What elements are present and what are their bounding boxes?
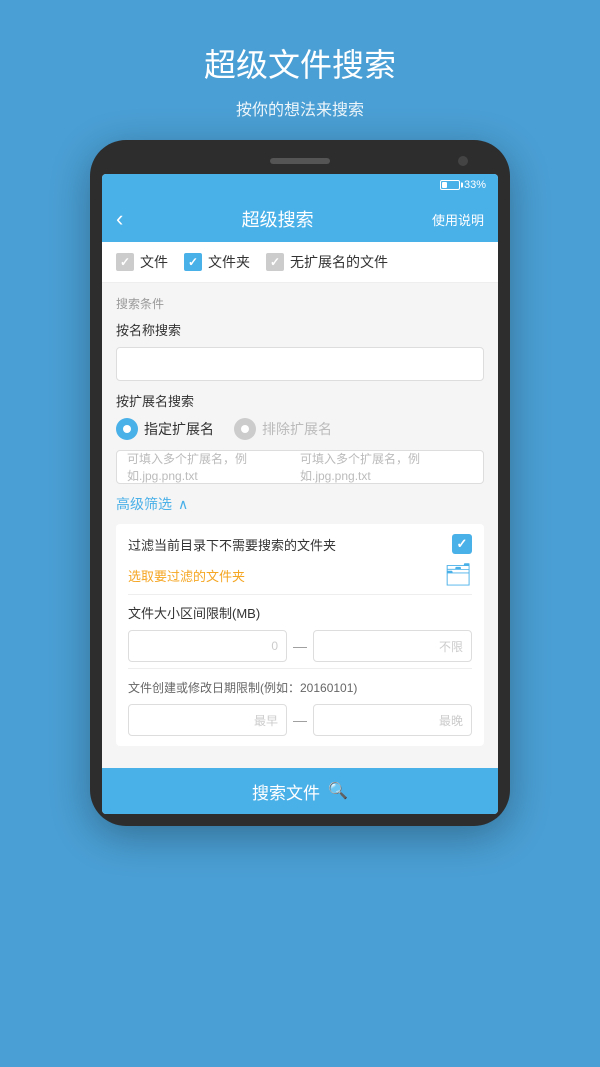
battery-icon xyxy=(440,180,460,190)
filter-tab-file[interactable]: 文件 xyxy=(116,252,168,272)
radio-exclude-icon xyxy=(234,418,256,440)
filter-tab-file-label: 文件 xyxy=(140,252,168,272)
filter-folder-checkbox[interactable] xyxy=(452,534,472,554)
battery-fill xyxy=(442,182,447,188)
radio-exclude-label: 排除扩展名 xyxy=(262,419,332,439)
ext-input[interactable]: 可填入多个扩展名，例如.jpg.png.txt 可填入多个扩展名，例如.jpg.… xyxy=(116,450,484,484)
date-from-input[interactable]: 最早 xyxy=(128,704,287,736)
divider1 xyxy=(128,594,472,595)
size-range: 0 — 不限 xyxy=(128,630,472,662)
date-from-placeholder: 最早 xyxy=(254,712,278,729)
name-search-label: 按名称搜索 xyxy=(116,320,484,339)
checkbox-noext[interactable] xyxy=(266,253,284,271)
help-button[interactable]: 使用说明 xyxy=(432,210,484,229)
phone-speaker xyxy=(270,158,330,164)
filter-folder-label: 过滤当前目录下不需要搜索的文件夹 xyxy=(128,535,452,554)
filter-tab-noext[interactable]: 无扩展名的文件 xyxy=(266,252,388,272)
size-from-value: 0 xyxy=(271,639,278,653)
ext-search-label: 按扩展名搜索 xyxy=(116,391,484,410)
name-search-input[interactable] xyxy=(116,347,484,381)
size-label: 文件大小区间限制(MB) xyxy=(128,603,472,622)
advanced-section: 过滤当前目录下不需要搜索的文件夹 选取要过滤的文件夹 🗂 文件大小区间限制(MB… xyxy=(116,524,484,746)
size-to-placeholder: 不限 xyxy=(439,638,463,655)
radio-include-label: 指定扩展名 xyxy=(144,419,214,439)
date-dash: — xyxy=(293,712,307,728)
battery-percent: 33% xyxy=(464,179,486,191)
folder-select-row: 选取要过滤的文件夹 🗂 xyxy=(128,562,472,588)
radio-include-icon xyxy=(116,418,138,440)
advanced-toggle[interactable]: 高级筛选 ∧ xyxy=(116,494,484,514)
radio-group: 指定扩展名 排除扩展名 xyxy=(116,418,484,440)
filter-tab-noext-label: 无扩展名的文件 xyxy=(290,252,388,272)
advanced-label: 高级筛选 xyxy=(116,494,172,514)
search-button[interactable]: 搜索文件 🔍 xyxy=(102,768,498,814)
checkbox-file[interactable] xyxy=(116,253,134,271)
back-button[interactable]: ‹ xyxy=(116,206,123,232)
ext-input-placeholder: 可填入多个扩展名，例如.jpg.png.txt xyxy=(127,450,300,484)
size-to-input[interactable]: 不限 xyxy=(313,630,472,662)
size-dash: — xyxy=(293,638,307,654)
phone-frame: 33% ‹ 超级搜索 使用说明 文件 文件夹 无扩展名的文件 xyxy=(90,140,510,826)
content-area: 搜索条件 按名称搜索 按扩展名搜索 指定扩展名 排除扩展名 可填入多个扩展名，例… xyxy=(102,283,498,768)
date-to-input[interactable]: 最晚 xyxy=(313,704,472,736)
search-icon: 🔍 xyxy=(328,781,348,801)
size-section: 文件大小区间限制(MB) 0 — 不限 xyxy=(128,603,472,662)
app-title: 超级搜索 xyxy=(242,206,314,232)
date-section: 文件创建或修改日期限制(例如：20160101) 最早 — 最晚 xyxy=(128,679,472,736)
filter-folder-row: 过滤当前目录下不需要搜索的文件夹 xyxy=(128,534,472,554)
search-button-label: 搜索文件 xyxy=(252,779,320,804)
phone-camera xyxy=(458,156,468,166)
page-title: 超级文件搜索 xyxy=(204,40,396,86)
battery-indicator: 33% xyxy=(440,179,486,191)
date-to-placeholder: 最晚 xyxy=(439,712,463,729)
page-subtitle: 按你的想法来搜索 xyxy=(236,96,364,120)
date-label: 文件创建或修改日期限制(例如：20160101) xyxy=(128,679,472,696)
ext-placeholder-text: 可填入多个扩展名，例如.jpg.png.txt xyxy=(300,450,473,484)
status-bar: 33% xyxy=(102,174,498,196)
checkbox-folder[interactable] xyxy=(184,253,202,271)
size-from-input[interactable]: 0 xyxy=(128,630,287,662)
filter-tab-folder-label: 文件夹 xyxy=(208,252,250,272)
phone-screen: 33% ‹ 超级搜索 使用说明 文件 文件夹 无扩展名的文件 xyxy=(102,174,498,814)
divider2 xyxy=(128,668,472,669)
app-header: ‹ 超级搜索 使用说明 xyxy=(102,196,498,242)
filter-tabs: 文件 文件夹 无扩展名的文件 xyxy=(102,242,498,283)
chevron-up-icon: ∧ xyxy=(178,496,188,513)
radio-exclude-ext[interactable]: 排除扩展名 xyxy=(234,418,332,440)
folder-icon[interactable]: 🗂 xyxy=(444,562,472,588)
filter-tab-folder[interactable]: 文件夹 xyxy=(184,252,250,272)
select-folder-label[interactable]: 选取要过滤的文件夹 xyxy=(128,566,245,585)
conditions-label: 搜索条件 xyxy=(116,295,484,312)
radio-include-ext[interactable]: 指定扩展名 xyxy=(116,418,214,440)
date-range: 最早 — 最晚 xyxy=(128,704,472,736)
phone-top-bar xyxy=(102,158,498,164)
